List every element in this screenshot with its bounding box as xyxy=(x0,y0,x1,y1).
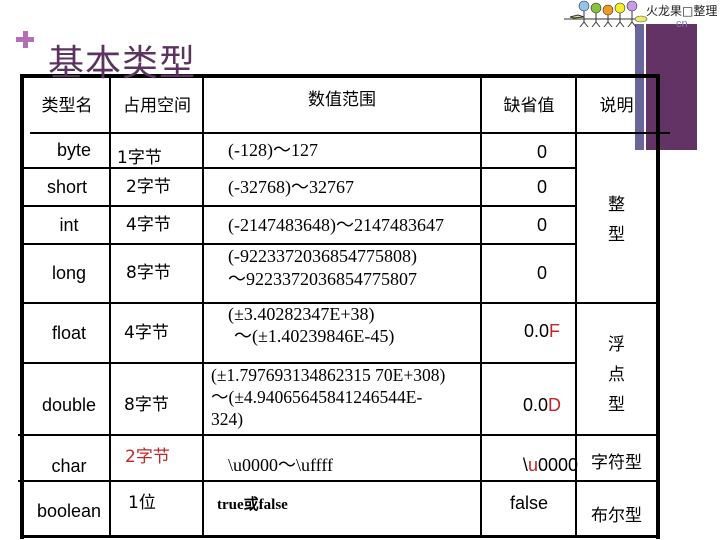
type-name-cell: byte xyxy=(56,140,92,160)
category-char: 整 xyxy=(608,195,625,215)
default-cell: false xyxy=(509,492,549,513)
size-cell: 4字节 xyxy=(124,322,169,343)
default-suffix: F xyxy=(549,320,561,341)
size-cell: 8字节 xyxy=(126,263,171,283)
default-red: u xyxy=(527,454,538,475)
range-cell: (±1.797693134862315 70E+308) ～(±4.940656… xyxy=(211,364,480,434)
type-name-cell: float xyxy=(51,322,87,343)
header-range: 数值范围 xyxy=(308,89,376,110)
size-cell: 8字节 xyxy=(124,394,169,415)
table-border-bottom xyxy=(20,535,660,538)
default-cell: 0 xyxy=(536,142,547,162)
plus-bullet-icon xyxy=(16,28,38,50)
default-value: 0.0 xyxy=(522,394,549,415)
type-name-cell: boolean xyxy=(36,500,102,521)
range-line: (-9223372036854775808) xyxy=(228,246,417,266)
category-integer: 整 型 xyxy=(577,185,656,255)
header-size: 占用空间 xyxy=(123,95,191,116)
range-cell: \u0000～\uffff xyxy=(228,454,334,475)
type-name-cell: char xyxy=(51,455,87,476)
category-char: 型 xyxy=(608,395,625,415)
category-float: 浮 点 型 xyxy=(577,330,656,420)
logo-text: 火龙果□整理 xyxy=(646,4,718,18)
range-cell: (-2147483648)～2147483647 xyxy=(228,214,444,235)
range-cell: (±3.40282347E+38) ～(±1.40239846E-45) xyxy=(228,303,480,359)
type-name-cell: long xyxy=(51,263,87,283)
size-cell: 1位 xyxy=(128,492,156,513)
size-cell: 2字节 xyxy=(126,176,171,197)
header-description: 说明 xyxy=(599,95,634,116)
type-name-cell: int xyxy=(59,214,79,235)
default-value: 0.0 xyxy=(523,320,550,341)
range-cell: (-32768)～32767 xyxy=(228,176,354,197)
type-name-cell: short xyxy=(46,176,88,197)
range-line: (±1.797693134862315 70E+308) xyxy=(211,365,446,385)
category-boolean: 布尔型 xyxy=(591,505,642,526)
range-line: (±3.40282347E+38) xyxy=(228,304,375,324)
range-cell: (-128)～127 xyxy=(228,140,318,160)
size-cell: 4字节 xyxy=(126,214,171,235)
range-line: ～(±1.40239846E-45) xyxy=(234,326,395,346)
category-char-type: 字符型 xyxy=(591,452,642,473)
default-cell: \ u 0000 xyxy=(478,448,578,482)
size-cell: 2字节 xyxy=(125,446,170,467)
range-line: 324) xyxy=(211,409,244,429)
range-cell: true或false xyxy=(217,496,288,513)
default-suffix: 0000 xyxy=(537,454,578,475)
page-title: 基本类型 xyxy=(48,43,197,84)
table-border-right xyxy=(656,74,660,539)
header-default: 缺省值 xyxy=(503,95,555,116)
logo-subtext: cn xyxy=(676,18,688,30)
header-type-name: 类型名 xyxy=(41,95,93,116)
category-char: 点 xyxy=(608,365,625,385)
range-cell: (-9223372036854775808) ～9223372036854775… xyxy=(228,245,480,302)
type-name-cell: double xyxy=(41,394,97,415)
range-line: ～9223372036854775807 xyxy=(228,269,417,289)
default-suffix: D xyxy=(548,394,562,415)
category-char: 型 xyxy=(608,225,625,245)
category-char: 浮 xyxy=(608,335,625,355)
range-line: ～(±4.94065645841246544E- xyxy=(211,387,423,407)
